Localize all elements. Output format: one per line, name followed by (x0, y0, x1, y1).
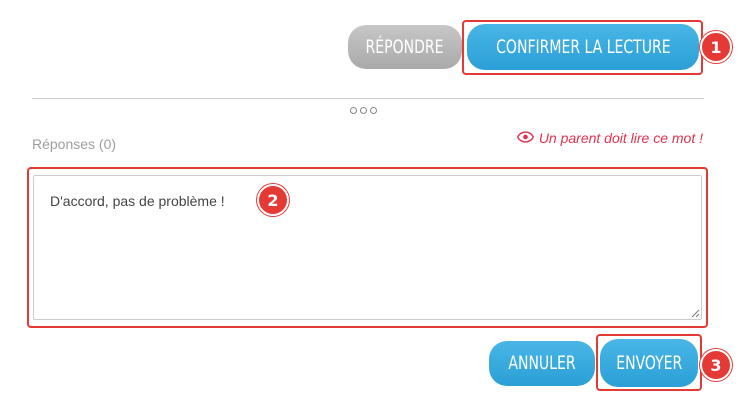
parent-notice-text: Un parent doit lire ce mot ! (538, 130, 703, 146)
cancel-button-label: ANNULER (508, 352, 576, 374)
resize-grip-icon[interactable] (690, 308, 700, 318)
more-dots-icon[interactable] (350, 107, 377, 114)
send-button[interactable]: ENVOYER (600, 339, 698, 387)
confirm-reading-button[interactable]: CONFIRMER LA LECTURE (467, 24, 699, 70)
dot (360, 107, 367, 114)
confirm-reading-button-label: CONFIRMER LA LECTURE (495, 35, 671, 58)
reply-textarea[interactable]: D'accord, pas de problème ! (33, 175, 702, 320)
send-button-label: ENVOYER (616, 351, 682, 374)
dot (370, 107, 377, 114)
replies-count-label: Réponses (0) (32, 136, 117, 152)
dot (350, 107, 357, 114)
reply-button-label: RÉPONDRE (366, 35, 444, 58)
step-badge-2: 2 (257, 184, 289, 216)
section-divider (32, 98, 704, 99)
step-badge-1: 1 (700, 31, 732, 63)
reply-button[interactable]: RÉPONDRE (348, 25, 462, 69)
cancel-button[interactable]: ANNULER (489, 341, 595, 386)
parent-notice: Un parent doit lire ce mot ! (516, 130, 703, 146)
step-badge-3: 3 (700, 349, 732, 381)
eye-icon (516, 130, 534, 146)
